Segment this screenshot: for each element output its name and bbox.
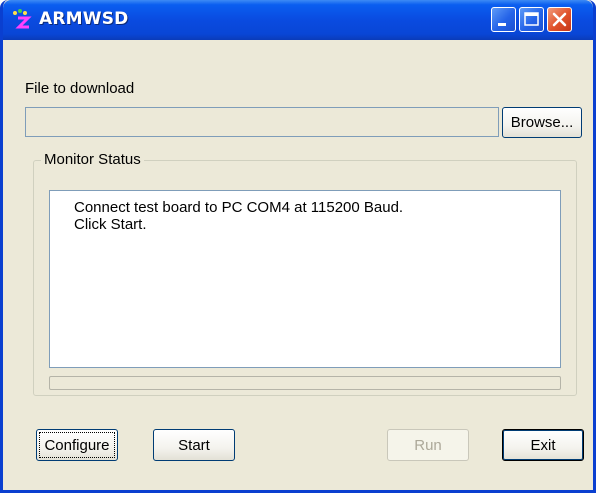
browse-button[interactable]: Browse... [502,107,582,138]
status-line: Click Start. [74,216,147,233]
maximize-icon [524,12,539,26]
configure-button[interactable]: Configure [36,429,118,461]
close-button[interactable] [547,7,572,32]
app-icon [13,9,32,29]
download-progress-bar [49,376,561,390]
window-title: ARMWSD [39,9,129,29]
app-window: ARMWSD File to download Browse... Monito… [0,0,596,493]
title-bar[interactable]: ARMWSD [3,0,593,40]
monitor-status-output[interactable]: Connect test board to PC COM4 at 115200 … [49,190,561,368]
file-path-input[interactable] [25,107,499,137]
maximize-button[interactable] [519,7,544,32]
exit-button[interactable]: Exit [502,429,584,461]
minimize-button[interactable] [491,7,516,32]
close-icon [552,12,567,27]
monitor-status-label: Monitor Status [41,151,144,168]
start-button[interactable]: Start [153,429,235,461]
status-line: Connect test board to PC COM4 at 115200 … [74,199,404,216]
minimize-icon [498,23,506,26]
file-to-download-label: File to download [25,80,135,97]
run-button[interactable]: Run [387,429,469,461]
